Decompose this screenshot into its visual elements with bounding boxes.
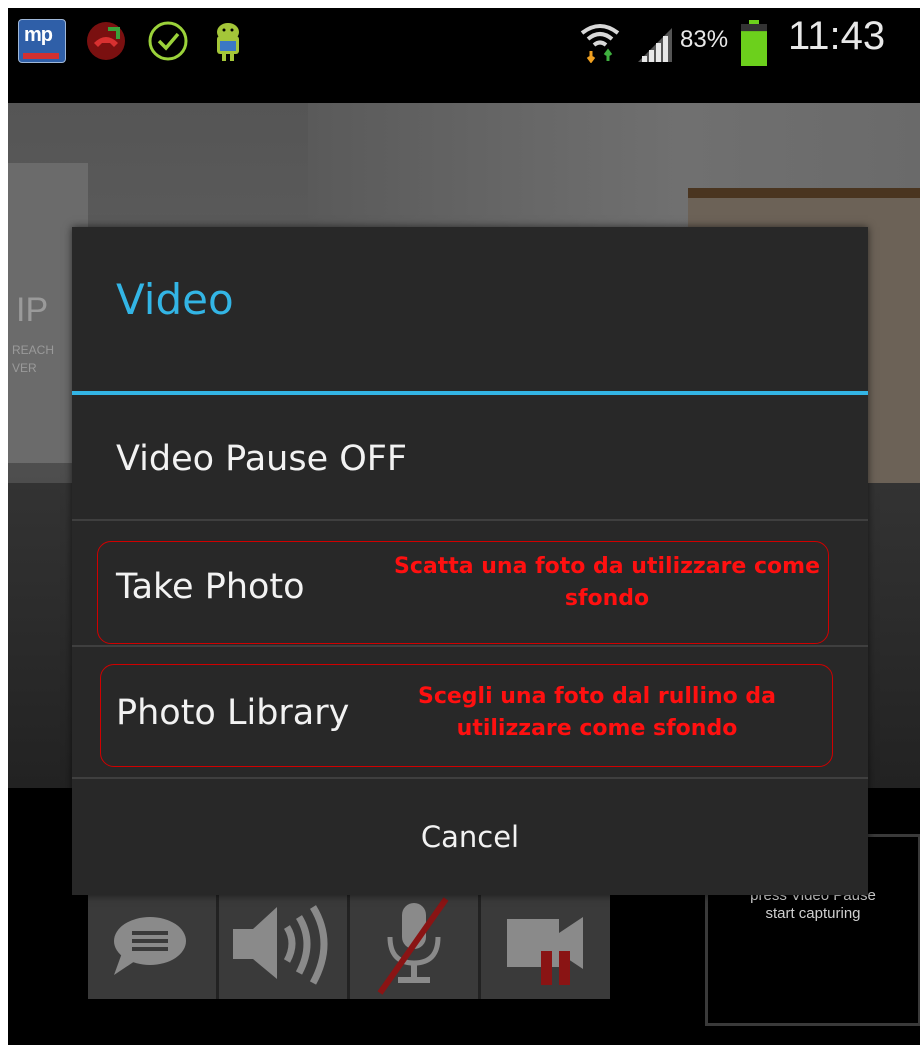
android-icon	[217, 23, 239, 61]
check-circle-icon	[148, 21, 188, 61]
option-label: Video Pause OFF	[116, 439, 408, 479]
option-label: Take Photo	[116, 567, 305, 607]
wall-text: IP	[16, 291, 49, 329]
annotation-text: Scatta una foto da utilizzare come sfond…	[393, 554, 820, 611]
phone-screen: mp 83% 11:43 IP REACH VER press Video Pa…	[8, 8, 920, 1045]
wall-text: VER	[12, 361, 37, 375]
annotation-text: Scegli una foto dal rullino da utilizzar…	[417, 684, 777, 741]
chat-button[interactable]	[88, 893, 219, 999]
mute-button[interactable]	[350, 893, 481, 999]
chat-icon	[114, 917, 186, 975]
video-pause-button[interactable]	[481, 893, 609, 999]
wifi-icon	[580, 24, 620, 63]
video-paused-icon	[507, 917, 583, 985]
cancel-button[interactable]: Cancel	[72, 779, 868, 895]
speaker-button[interactable]	[219, 893, 350, 999]
mp-app-icon-text: mp	[24, 24, 53, 46]
battery-icon	[741, 20, 767, 66]
mic-muted-icon	[377, 897, 449, 995]
video-dialog: Video Video Pause OFF Take Photo Scatta …	[72, 227, 868, 895]
dialog-title: Video	[116, 275, 234, 324]
status-bar: mp 83% 11:43	[8, 8, 920, 74]
battery-percent: 83%	[680, 26, 729, 53]
call-toolbar	[88, 893, 610, 999]
missed-call-icon	[87, 22, 125, 60]
take-photo-option[interactable]: Take Photo Scatta una foto da utilizzare…	[72, 521, 868, 645]
clock: 11:43	[788, 14, 886, 58]
video-pause-option[interactable]: Video Pause OFF	[72, 395, 868, 519]
option-label: Photo Library	[116, 693, 350, 733]
mp-app-icon: mp	[18, 19, 66, 63]
preview-hint-line: start capturing	[765, 905, 861, 922]
speaker-icon	[233, 905, 328, 985]
signal-icon	[638, 28, 672, 62]
photo-library-option[interactable]: Photo Library Scegli una foto dal rullin…	[72, 647, 868, 777]
wall-text: REACH	[12, 343, 55, 357]
